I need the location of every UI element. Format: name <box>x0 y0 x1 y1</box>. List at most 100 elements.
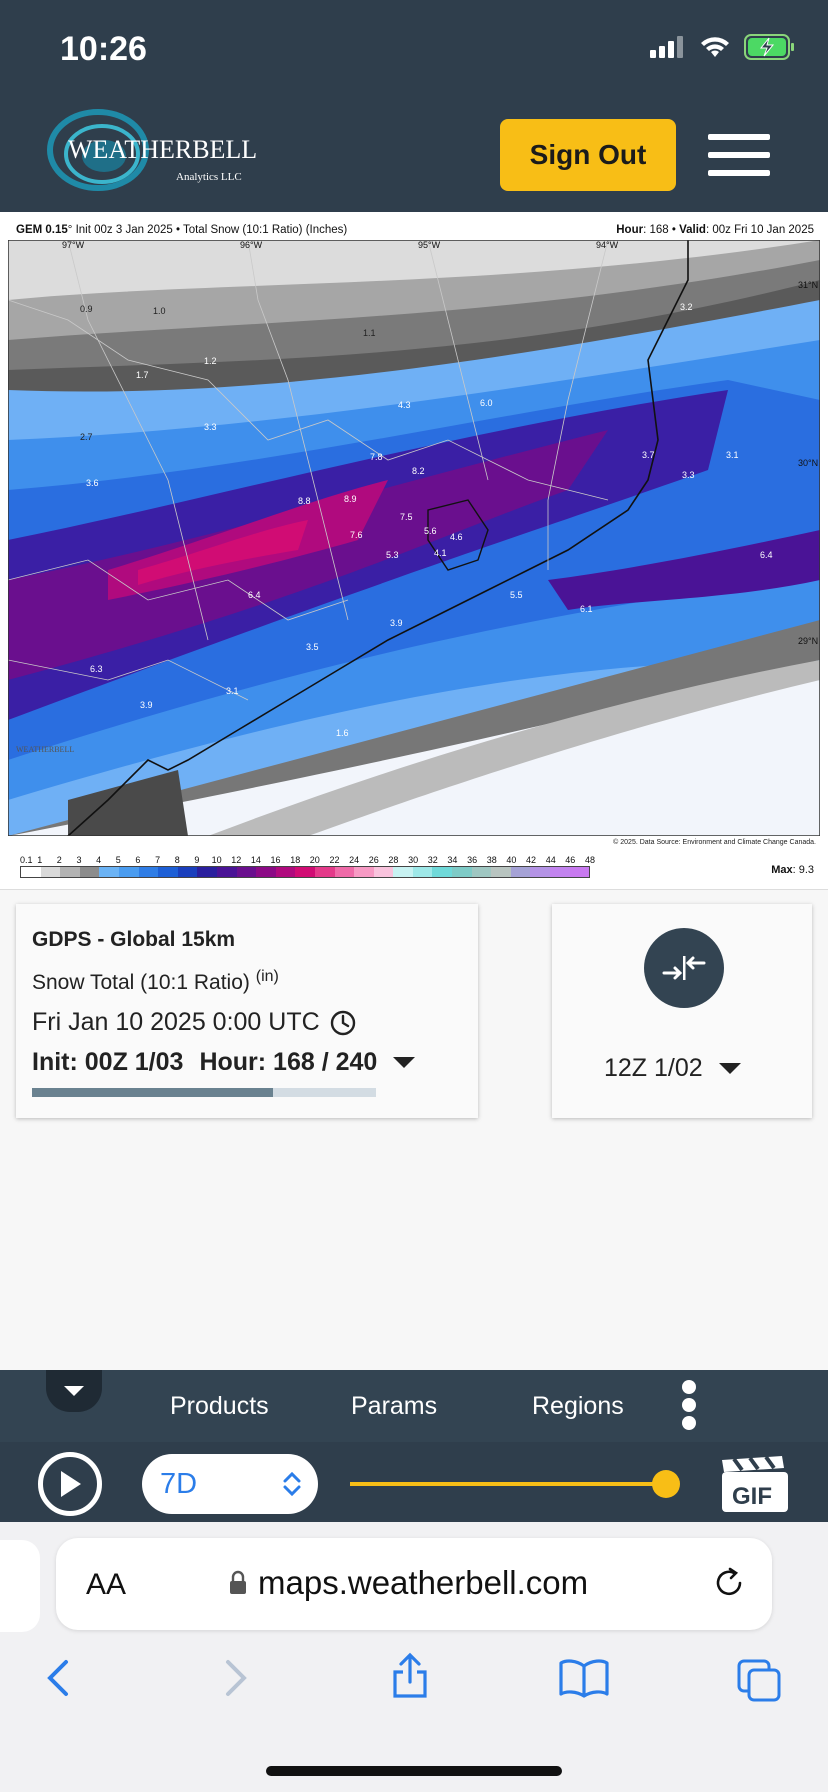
compare-run-label: 12Z 1/02 <box>604 1054 703 1082</box>
legend-swatch <box>354 867 374 877</box>
legend-swatch <box>373 867 394 877</box>
legend-swatch <box>510 867 531 877</box>
legend-swatch <box>530 867 551 877</box>
updown-chevron-icon <box>283 1471 301 1497</box>
lon-label: 94°W <box>596 240 619 250</box>
reload-icon[interactable] <box>712 1566 746 1600</box>
legend-swatch <box>550 867 570 877</box>
reader-settings-button[interactable]: AA <box>86 1568 126 1602</box>
legend-swatch <box>177 867 198 877</box>
station-value: 6.1 <box>580 604 593 614</box>
legend-swatch <box>138 867 159 877</box>
station-value: 3.7 <box>642 450 655 460</box>
legend-tick-label: 6 <box>135 855 140 865</box>
menu-icon[interactable] <box>708 134 770 176</box>
max-label: Max <box>771 864 793 876</box>
tab-params[interactable]: Params <box>351 1392 437 1421</box>
url-display[interactable]: maps.weatherbell.com <box>228 1564 588 1602</box>
url-text: maps.weatherbell.com <box>258 1564 589 1601</box>
compare-button[interactable] <box>644 928 724 1008</box>
station-value: 1.0 <box>153 306 166 316</box>
chevron-down-icon <box>64 1386 84 1396</box>
address-bar[interactable]: AA maps.weatherbell.com <box>56 1538 772 1630</box>
color-legend <box>20 866 590 878</box>
legend-tick-label: 48 <box>585 855 595 865</box>
station-value: 3.5 <box>306 642 319 652</box>
legend-tick-label: 46 <box>565 855 575 865</box>
compare-card[interactable]: 12Z 1/02 <box>552 904 812 1118</box>
bookmarks-icon[interactable] <box>558 1658 610 1698</box>
share-icon[interactable] <box>390 1652 430 1700</box>
back-icon[interactable] <box>44 1658 72 1698</box>
forecast-hour: Hour: 168 / 240 <box>199 1048 378 1076</box>
tab-regions[interactable]: Regions <box>532 1392 624 1421</box>
legend-tick-label: 34 <box>447 855 457 865</box>
station-value: 5.6 <box>424 526 437 536</box>
legend-tick-label: 24 <box>349 855 359 865</box>
status-icons <box>650 34 796 60</box>
legend-tick-label: 5 <box>116 855 121 865</box>
browser-nav-row <box>0 1652 828 1718</box>
gif-label: GIF <box>732 1483 772 1510</box>
time-range-select[interactable]: 7D <box>142 1454 318 1514</box>
model-name: GDPS - Global 15km <box>32 928 236 951</box>
legend-swatch <box>236 867 257 877</box>
chevron-down-icon[interactable] <box>393 1057 416 1068</box>
lon-label: 96°W <box>240 240 263 250</box>
chevron-down-icon[interactable] <box>718 1063 741 1074</box>
legend-swatch <box>569 867 590 877</box>
legend-tick-label: 9 <box>194 855 199 865</box>
tabs-icon[interactable] <box>736 1658 784 1702</box>
legend-swatch <box>256 867 276 877</box>
max-value: Max: 9.3 <box>771 864 814 876</box>
legend-swatch <box>334 867 355 877</box>
legend-tick-label: 42 <box>526 855 536 865</box>
station-value: 3.3 <box>204 422 217 432</box>
station-value: 6.0 <box>480 398 493 408</box>
gif-export-icon[interactable]: GIF <box>722 1456 788 1512</box>
compare-run-selector[interactable]: 12Z 1/02 <box>604 1054 741 1083</box>
legend-tick-label: 4 <box>96 855 101 865</box>
legend-tick-label: 38 <box>487 855 497 865</box>
run-selector[interactable]: Init: 00Z 1/03 Hour: 168 / 240 <box>32 1048 416 1077</box>
max-number: : 9.3 <box>792 864 814 876</box>
play-button[interactable] <box>38 1452 102 1516</box>
more-options-icon[interactable] <box>682 1380 702 1434</box>
legend-swatch <box>471 867 492 877</box>
browser-chrome: AA maps.weatherbell.com <box>0 1522 828 1792</box>
map-title: GEM 0.15° Init 00z 3 Jan 2025 • Total Sn… <box>16 224 347 236</box>
legend-swatch <box>275 867 296 877</box>
station-value: 6.4 <box>248 590 261 600</box>
model-info-card[interactable]: GDPS - Global 15km Snow Total (10:1 Rati… <box>16 904 478 1118</box>
legend-tick-label: 22 <box>329 855 339 865</box>
clock-icon[interactable] <box>330 1010 356 1036</box>
legend-tick-label: 10 <box>212 855 222 865</box>
legend-tick-label: 32 <box>428 855 438 865</box>
station-value: 6.4 <box>760 550 773 560</box>
forward-icon[interactable] <box>222 1658 250 1698</box>
legend-swatch <box>295 867 315 877</box>
collapse-toolbar-button[interactable] <box>46 1370 102 1412</box>
compare-arrows-icon <box>662 956 706 980</box>
snowfall-map[interactable]: 97°W 96°W 95°W 94°W 31°N 30°N 29°N 0.9 1… <box>8 240 820 836</box>
status-time: 10:26 <box>60 30 147 68</box>
legend-tick-label: 3 <box>76 855 81 865</box>
legend-swatch <box>432 867 453 877</box>
bottom-toolbar: Products Params Regions <box>0 1370 828 1442</box>
legend-tick-label: 2 <box>57 855 62 865</box>
time-slider-handle[interactable] <box>652 1470 680 1498</box>
forecast-progress-bar <box>32 1088 376 1097</box>
time-slider-track[interactable] <box>350 1482 668 1486</box>
lat-label: 31°N <box>798 280 818 290</box>
legend-swatch <box>158 867 178 877</box>
legend-swatch <box>21 867 41 877</box>
sign-out-button[interactable]: Sign Out <box>500 119 676 191</box>
progress-fill <box>32 1088 273 1097</box>
previous-tab-preview[interactable] <box>0 1540 40 1632</box>
tab-products[interactable]: Products <box>170 1392 269 1421</box>
weatherbell-logo[interactable]: WEATHERBELL Analytics LLC <box>46 108 296 200</box>
station-value: 3.6 <box>86 478 99 488</box>
station-value: 3.1 <box>726 450 739 460</box>
cellular-signal-icon <box>650 36 683 58</box>
wifi-icon <box>701 37 729 57</box>
